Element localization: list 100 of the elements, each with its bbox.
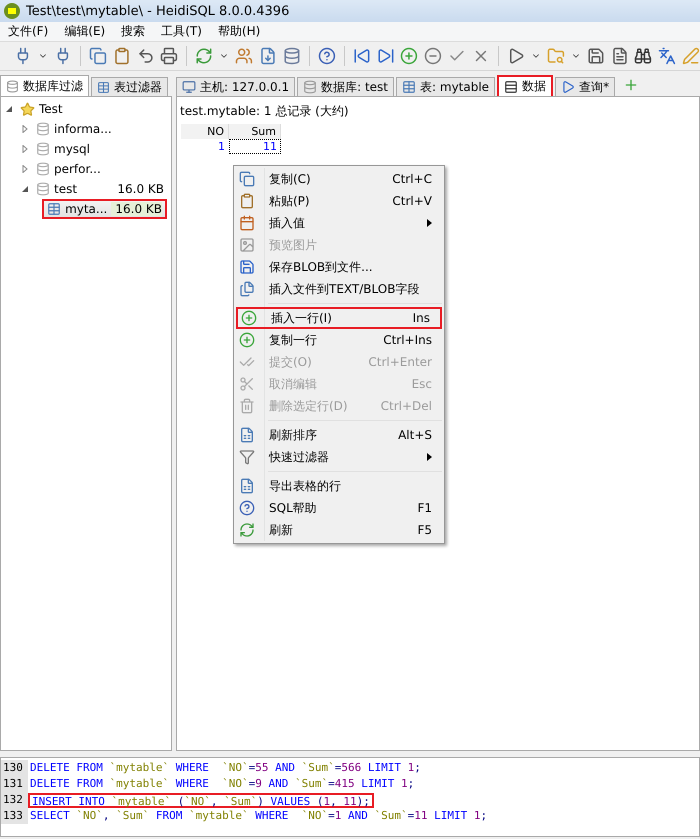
image-icon [239, 237, 255, 253]
tree-label: myta... [65, 202, 108, 216]
context-menu-item[interactable]: 保存BLOB到文件... [236, 256, 442, 278]
context-menu-item[interactable]: 插入一行(I) Ins [236, 307, 442, 329]
menu-item[interactable]: 搜索 [113, 23, 154, 40]
context-menu-item[interactable]: 复制一行 Ctrl+Ins [236, 329, 442, 351]
size-label: 16.0 KB [111, 202, 162, 216]
refresh-icon [239, 522, 255, 538]
add-icon [241, 310, 257, 326]
line-number: 130 [1, 760, 28, 776]
play-icon[interactable] [507, 47, 525, 65]
expander-icon[interactable] [21, 185, 29, 193]
table-icon [47, 202, 62, 216]
database-icon [36, 122, 50, 136]
clipboard-icon [239, 193, 255, 209]
size-label: 16.0 KB [116, 182, 164, 196]
copy-icon [239, 171, 255, 187]
tab[interactable]: 查询* [555, 77, 616, 96]
calendar-icon [239, 215, 255, 231]
context-menu-item[interactable]: 快速过滤器 [236, 446, 442, 468]
window-title: Test\test\mytable\ - HeidiSQL 8.0.0.4396 [26, 4, 290, 18]
add-icon [239, 332, 255, 348]
sheet-icon [239, 478, 255, 494]
menu-item[interactable]: 编辑(E) [56, 23, 114, 40]
tree-label: mysql [54, 142, 91, 156]
help-icon[interactable] [318, 47, 336, 65]
table-cell[interactable]: 11 [229, 139, 281, 154]
save-icon [239, 259, 255, 275]
highlighted-tree-item[interactable]: myta... 16.0 KB [42, 199, 167, 219]
scissors-icon [239, 376, 255, 392]
files-icon [239, 281, 255, 297]
help-icon [239, 500, 255, 516]
column-header[interactable]: NO [181, 124, 229, 139]
save-icon[interactable] [586, 47, 605, 65]
star-icon [20, 102, 35, 116]
filter-tab[interactable]: 表过滤器 [91, 77, 168, 96]
menu-item[interactable]: 帮助(H) [210, 23, 268, 40]
users-icon[interactable] [235, 47, 253, 65]
expander-icon[interactable] [21, 165, 29, 173]
tab[interactable]: 表: mytable [396, 77, 496, 96]
first-icon[interactable] [352, 47, 371, 65]
table-icon [402, 80, 416, 94]
line-number: 133 [1, 808, 28, 824]
tab[interactable]: 主机: 127.0.0.1 [176, 77, 296, 96]
grid-caption: test.mytable: 1 总记录 (大约) [179, 103, 350, 120]
copy-icon[interactable] [88, 47, 107, 65]
tree-label: informa... [54, 122, 113, 136]
database-icon [36, 182, 50, 196]
undo-icon[interactable] [136, 47, 154, 65]
last-icon[interactable] [376, 47, 394, 65]
sql-line: SELECT `NO`, `Sum` FROM `mytable` WHERE `NO`=1 AND `Sum`=11 LIMIT 1; [29, 808, 488, 824]
tree-label: perfor... [54, 162, 102, 176]
context-menu-item[interactable]: 刷新 F5 [236, 519, 442, 541]
rows-icon [504, 80, 518, 94]
submenu-arrow-icon [427, 453, 432, 461]
tree-label: test [54, 182, 78, 196]
binoculars-icon[interactable] [634, 47, 652, 65]
app-logo-icon [4, 3, 20, 19]
menu-item[interactable]: 文件(F) [0, 23, 56, 40]
submenu-arrow-icon [427, 219, 432, 227]
context-menu-item[interactable]: 刷新排序 Alt+S [236, 424, 442, 446]
trash-icon [239, 398, 255, 414]
monitor-icon [182, 80, 196, 94]
tree-item[interactable]: test 16.0 KB [33, 179, 167, 199]
tab[interactable]: 数据 [497, 75, 554, 96]
context-menu-item[interactable]: 插入值 [236, 212, 442, 234]
expander-icon[interactable] [21, 145, 29, 153]
tree-item[interactable]: mysql [33, 139, 167, 159]
filter-tab[interactable]: 数据库过滤 [0, 75, 89, 96]
refresh-icon[interactable] [195, 47, 214, 65]
context-menu-item[interactable]: 导出表格的行 [236, 475, 442, 497]
expander-icon[interactable] [5, 105, 13, 113]
clipboard-icon[interactable] [112, 47, 130, 65]
tree-label: Test [39, 102, 64, 116]
table-cell[interactable]: 1 [181, 139, 229, 154]
remove-icon[interactable] [424, 47, 442, 65]
database-icon [303, 80, 318, 94]
sql-line: DELETE FROM `mytable` WHERE `NO`=9 AND `Sum`=415 LIMIT 1; [29, 776, 416, 792]
printer-icon[interactable] [160, 47, 178, 65]
document-icon[interactable] [610, 47, 628, 65]
context-menu-item[interactable]: SQL帮助 F1 [236, 497, 442, 519]
line-number: 132 [1, 792, 28, 808]
context-menu-item[interactable]: 粘贴(P) Ctrl+V [236, 190, 442, 212]
add-icon[interactable] [400, 47, 418, 65]
expander-icon[interactable] [21, 125, 29, 133]
column-header[interactable]: Sum [229, 124, 281, 139]
context-menu-item[interactable]: 复制(C) Ctrl+C [236, 168, 442, 190]
sql-line: DELETE FROM `mytable` WHERE `NO`=55 AND `Sum`=566 LIMIT 1; [29, 760, 422, 776]
context-menu-item[interactable]: 插入文件到TEXT/BLOB字段 [236, 278, 442, 300]
sheet-icon [239, 427, 255, 443]
menu-item[interactable]: 工具(T) [153, 23, 210, 40]
tree-item[interactable]: Test [17, 99, 167, 119]
translate-icon[interactable] [658, 47, 676, 65]
file-icon[interactable] [259, 47, 277, 65]
tab[interactable]: 数据库: test [297, 77, 394, 96]
tree-item[interactable]: perfor... [33, 159, 167, 179]
table-icon [97, 80, 110, 94]
database-icon [6, 80, 19, 92]
tree-item[interactable]: informa... [33, 119, 167, 139]
database-icon[interactable] [282, 47, 301, 65]
